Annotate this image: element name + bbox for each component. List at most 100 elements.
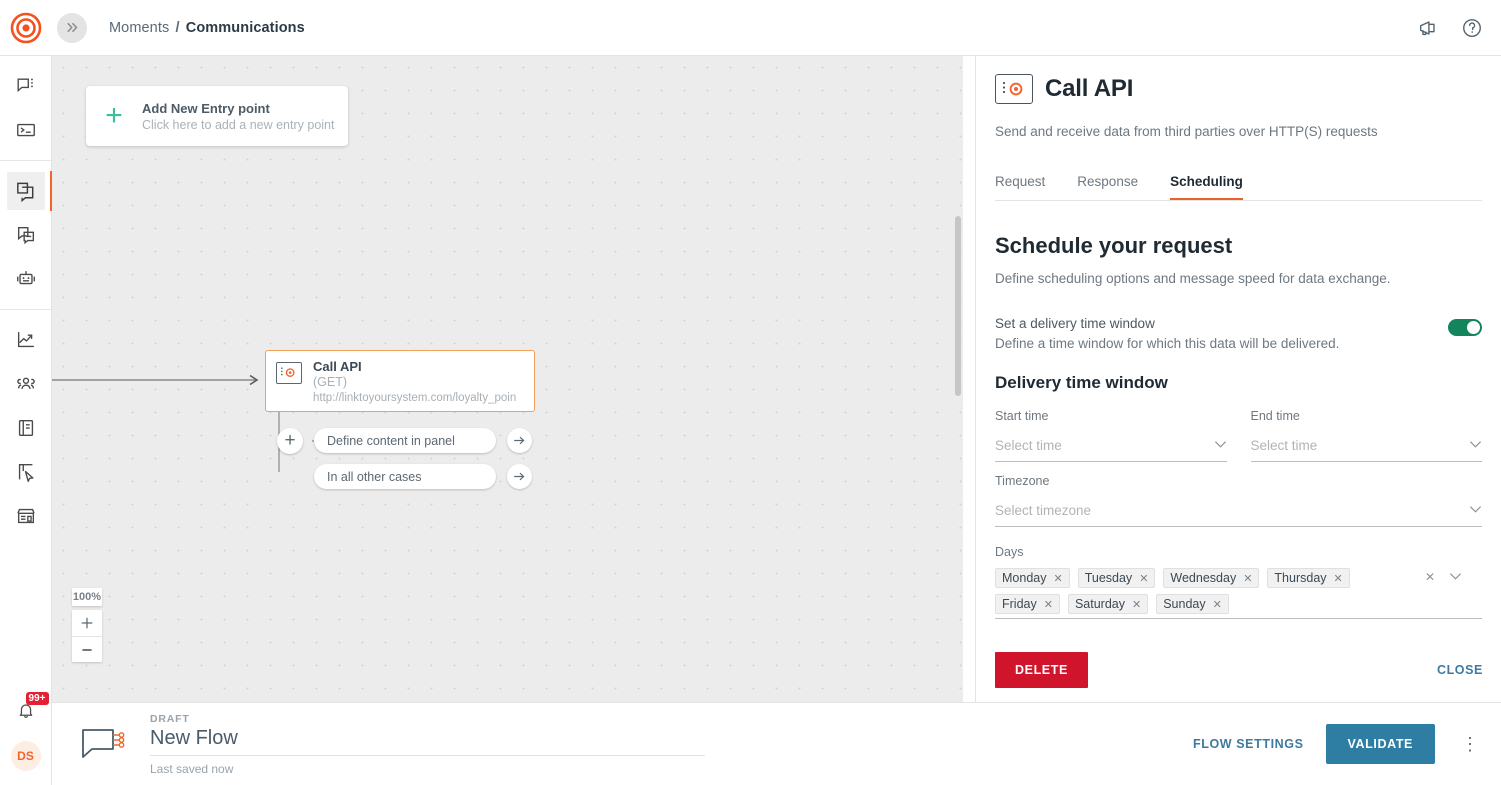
megaphone-icon[interactable] [1417,17,1439,39]
flow-name-input[interactable] [150,727,705,756]
flow-bubble-icon [78,724,126,764]
call-api-node[interactable]: Call API (GET) http://linktoyoursystem.c… [265,350,535,412]
close-icon[interactable]: ✕ [1243,572,1252,585]
rail-bottom: 99+ DS [9,695,43,785]
close-button[interactable]: CLOSE [1437,663,1483,677]
notifications-button[interactable]: 99+ [9,695,43,729]
add-entry-point-text: Add New Entry point Click here to add a … [142,101,334,132]
day-chip-wednesday[interactable]: Wednesday ✕ [1163,568,1259,588]
days-chip-list: Monday ✕ Tuesday ✕ Wednesday ✕ Thursday … [995,564,1415,614]
day-chip-thursday-label: Thursday [1274,571,1326,585]
end-time-field: End time Select time [1251,409,1483,462]
day-chip-monday[interactable]: Monday ✕ [995,568,1070,588]
day-chip-friday-label: Friday [1002,597,1037,611]
day-chip-tuesday[interactable]: Tuesday ✕ [1078,568,1156,588]
add-branch-button[interactable]: + [277,428,303,454]
days-actions: ✕ [1425,564,1462,584]
branch-condition-2[interactable]: In all other cases [314,464,496,489]
tab-request[interactable]: Request [995,174,1045,200]
flow-last-saved: Last saved now [150,762,710,776]
tab-scheduling[interactable]: Scheduling [1170,174,1243,200]
sidebar-item-journeys[interactable] [7,453,45,491]
timezone-value: Select timezone [995,503,1091,518]
delivery-time-window-title: Delivery time window [995,373,1482,393]
branch-next-2-button[interactable] [507,464,532,489]
zoom-in-button[interactable] [72,610,102,636]
add-entry-point-title: Add New Entry point [142,101,334,116]
close-icon[interactable]: ✕ [1044,598,1053,611]
timezone-label: Timezone [995,474,1482,488]
sidebar-item-analytics[interactable] [7,321,45,359]
sidebar-item-templates[interactable] [7,216,45,254]
delivery-window-toggle-label: Set a delivery time window [995,316,1339,331]
breadcrumb-root[interactable]: Moments [109,20,169,36]
chevron-double-right-icon[interactable] [57,13,87,43]
branch-condition-1[interactable]: Define content in panel [314,428,496,453]
close-icon[interactable]: ✕ [1213,598,1222,611]
left-nav-rail: 99+ DS [0,56,52,785]
panel-title: Call API [1045,75,1133,103]
day-chip-sunday[interactable]: Sunday ✕ [1156,594,1229,614]
start-time-select[interactable]: Select time [995,430,1227,462]
end-time-select[interactable]: Select time [1251,430,1483,462]
add-entry-point-card[interactable]: + Add New Entry point Click here to add … [86,86,348,146]
chevron-down-icon [1469,505,1482,517]
toggle-knob [1467,321,1480,334]
sidebar-item-flows[interactable] [7,172,45,210]
target-logo-icon[interactable] [10,12,42,44]
top-bar-actions [1417,17,1483,39]
chevron-down-icon [1214,440,1227,452]
close-icon[interactable]: ✕ [1334,572,1343,585]
branch-next-1-button[interactable] [507,428,532,453]
zoom-controls: 100% [72,588,102,662]
flow-canvas[interactable]: + Add New Entry point Click here to add … [52,56,963,702]
start-time-value: Select time [995,438,1062,453]
sidebar-item-library[interactable] [7,409,45,447]
days-expand-chevron-down-icon[interactable] [1449,570,1462,584]
call-api-gear-icon [995,74,1033,104]
zoom-level: 100% [72,588,102,606]
day-chip-thursday[interactable]: Thursday ✕ [1267,568,1349,588]
days-label: Days [995,545,1482,559]
delivery-window-toggle[interactable] [1448,319,1482,336]
breadcrumb-separator: / [175,20,179,36]
days-multiselect[interactable]: Monday ✕ Tuesday ✕ Wednesday ✕ Thursday … [995,564,1482,619]
close-icon[interactable]: ✕ [1139,572,1148,585]
rail-group-1 [0,56,51,160]
sidebar-item-console[interactable] [7,111,45,149]
call-api-node-url: http://linktoyoursystem.com/loyalty_poin [313,390,516,406]
notifications-badge: 99+ [26,692,49,705]
sidebar-item-store[interactable] [7,497,45,535]
sidebar-item-messages[interactable] [7,67,45,105]
help-circle-icon[interactable] [1461,17,1483,39]
branch-condition-1-label: Define content in panel [327,434,455,448]
close-icon[interactable]: ✕ [1053,572,1062,585]
delete-button[interactable]: DELETE [995,652,1088,688]
flow-meta: DRAFT Last saved now [150,713,710,776]
day-chip-sunday-label: Sunday [1163,597,1205,611]
day-chip-friday[interactable]: Friday ✕ [995,594,1060,614]
incoming-connector [52,374,267,388]
close-icon[interactable]: ✕ [1132,598,1141,611]
delivery-window-toggle-row: Set a delivery time window Define a time… [995,316,1482,351]
flow-status-badge: DRAFT [150,713,710,725]
avatar[interactable]: DS [11,741,41,771]
timezone-select[interactable]: Select timezone [995,495,1482,527]
sidebar-item-audiences[interactable] [7,365,45,403]
validate-button[interactable]: VALIDATE [1326,724,1435,764]
end-time-value: Select time [1251,438,1318,453]
zoom-buttons [72,610,102,662]
days-clear-all-icon[interactable]: ✕ [1425,570,1435,584]
call-api-settings-panel: Call API Send and receive data from thir… [975,56,1501,702]
zoom-out-button[interactable] [72,636,102,662]
tab-response[interactable]: Response [1077,174,1138,200]
bottom-bar-actions: FLOW SETTINGS VALIDATE ⋮ [1193,724,1483,764]
day-chip-wednesday-label: Wednesday [1170,571,1236,585]
top-bar: Moments / Communications [0,0,1501,56]
day-chip-saturday[interactable]: Saturday ✕ [1068,594,1148,614]
sidebar-item-bots[interactable] [7,260,45,298]
kebab-menu-icon[interactable]: ⋮ [1457,735,1483,753]
flow-settings-button[interactable]: FLOW SETTINGS [1193,737,1304,751]
time-fields-row: Start time Select time End time Select t… [995,409,1482,462]
canvas-vertical-scrollbar[interactable] [955,216,961,396]
